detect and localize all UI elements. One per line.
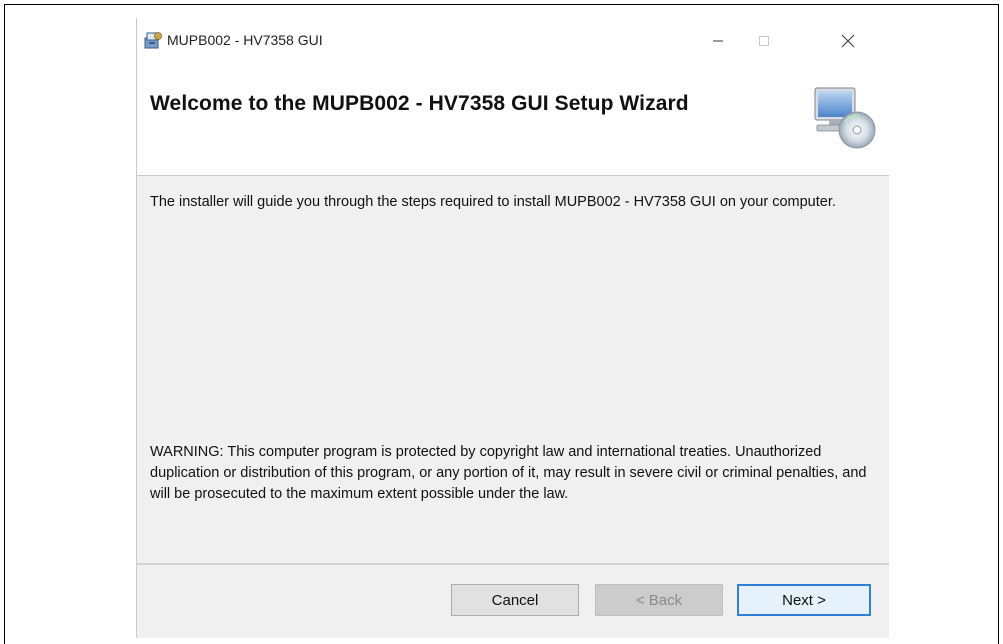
window-title: MUPB002 - HV7358 GUI — [167, 32, 323, 48]
maximize-button[interactable] — [741, 24, 787, 58]
wizard-header: Welcome to the MUPB002 - HV7358 GUI Setu… — [137, 64, 889, 176]
minimize-icon — [713, 40, 723, 42]
button-divider — [137, 563, 889, 565]
wizard-body: The installer will guide you through the… — [137, 176, 889, 638]
copyright-warning: WARNING: This computer program is protec… — [150, 444, 867, 502]
maximize-icon — [759, 36, 769, 46]
back-button[interactable]: < Back — [595, 584, 723, 616]
close-button[interactable] — [825, 24, 871, 58]
installer-window: MUPB002 - HV7358 GUI Welcome to the MUPB… — [136, 18, 889, 638]
intro-text: The installer will guide you through the… — [150, 194, 836, 210]
title-bar[interactable]: MUPB002 - HV7358 GUI — [137, 18, 889, 64]
close-icon — [841, 34, 855, 48]
cancel-button[interactable]: Cancel — [451, 584, 579, 616]
setup-computer-icon — [807, 82, 879, 154]
wizard-title: Welcome to the MUPB002 - HV7358 GUI Setu… — [150, 92, 689, 115]
minimize-button[interactable] — [695, 24, 741, 58]
next-button[interactable]: Next > — [737, 584, 871, 616]
installer-app-icon — [143, 30, 163, 50]
